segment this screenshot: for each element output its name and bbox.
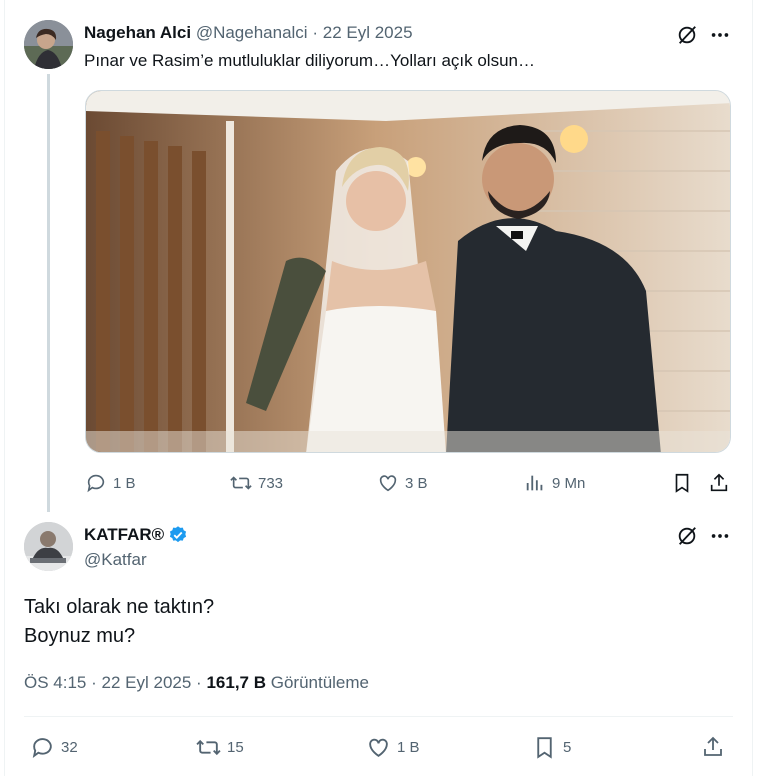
tweet-meta: ÖS 4:15 · 22 Eyl 2025 · 161,7 B Görüntül… (24, 673, 369, 693)
divider (24, 716, 733, 717)
reply-count: 1 B (113, 474, 136, 492)
share-icon[interactable] (699, 733, 727, 761)
reply-button[interactable]: 1 B (85, 471, 136, 495)
views-label: Görüntüleme (270, 673, 370, 692)
tweet-text-line-2: Boynuz mu? (24, 625, 136, 647)
verified-badge-icon (170, 526, 187, 543)
more-icon[interactable] (706, 21, 734, 49)
author-name-text: KATFAR® (84, 525, 165, 544)
tweet-date[interactable]: 22 Eyl 2025 (102, 673, 192, 692)
author-name[interactable]: Nagehan Alci (84, 23, 191, 42)
repost-icon (230, 476, 252, 490)
like-count: 1 B (397, 738, 420, 756)
repost-count: 733 (258, 474, 284, 492)
views-icon (526, 475, 543, 491)
grok-icon[interactable] (673, 21, 701, 49)
like-icon (379, 475, 397, 492)
repost-button[interactable]: 15 (196, 735, 244, 759)
bookmark-button[interactable]: 5 (532, 735, 571, 759)
tweet-header: Nagehan Alci @Nagehanalci · 22 Eyl 2025 (84, 22, 413, 44)
more-icon[interactable] (706, 522, 734, 550)
repost-icon (196, 739, 221, 755)
thread-connector (47, 74, 50, 512)
avatar[interactable] (24, 522, 73, 571)
repost-count: 15 (227, 738, 244, 756)
reply-button[interactable]: 32 (30, 735, 78, 759)
separator: · (91, 673, 97, 692)
views-count: 9 Mn (552, 474, 586, 492)
tweet-text-line-1: Takı olarak ne taktın? (24, 596, 215, 618)
like-icon (369, 738, 388, 757)
author-handle[interactable]: @Nagehanalci (196, 23, 308, 42)
repost-button[interactable]: 733 (230, 471, 283, 495)
like-count: 3 B (405, 474, 428, 492)
grok-icon[interactable] (673, 522, 701, 550)
tweet-date[interactable]: 22 Eyl 2025 (323, 23, 413, 42)
author-handle[interactable]: @Katfar (84, 550, 147, 570)
separator: · (196, 673, 202, 692)
separator: · (312, 23, 318, 42)
bookmark-icon (537, 736, 552, 759)
author-name[interactable]: KATFAR® (84, 524, 188, 546)
views-count: 161,7 B (206, 673, 266, 692)
tweet-text: Pınar ve Rasim’e mutluluklar diliyorum…Y… (84, 51, 535, 70)
reply-icon (32, 737, 52, 758)
bookmark-icon[interactable] (668, 469, 696, 497)
tweet-photo[interactable] (85, 90, 731, 453)
views-button[interactable]: 9 Mn (524, 471, 585, 495)
reply-count: 32 (61, 738, 78, 756)
like-button[interactable]: 3 B (377, 471, 428, 495)
share-icon[interactable] (705, 469, 733, 497)
bookmark-count: 5 (563, 738, 572, 756)
reply-icon (87, 474, 105, 493)
like-button[interactable]: 1 B (366, 735, 420, 759)
avatar[interactable] (24, 20, 73, 69)
tweet-time[interactable]: ÖS 4:15 (24, 673, 86, 692)
